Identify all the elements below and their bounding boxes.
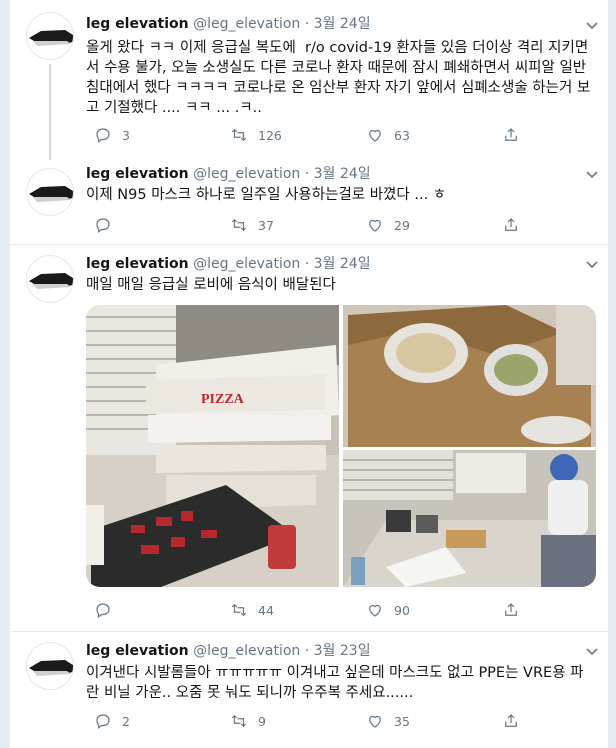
tweet[interactable]: leg elevation @leg_elevation · 3월 24일 올게… [10,0,608,160]
tweet-text: 이겨낸다 시발롬들아 ㅠㅠㅠㅠㅠ 이겨내고 싶은데 마스크도 없고 PPE는 V… [86,665,584,701]
user-handle[interactable]: @leg_elevation [193,16,300,32]
like-button[interactable]: 63 [366,126,410,144]
retweet-count: 126 [258,127,282,143]
separator-dot: · [304,256,310,272]
tweet-text: 올게 왔다 ㅋㅋ 이제 응급실 복도에 r/o covid-19 환자들 있음 … [86,40,591,116]
tweet-date[interactable]: 3월 24일 [314,16,371,32]
reply-count: 2 [122,713,130,729]
chevron-down-icon[interactable] [584,166,600,182]
tweet[interactable]: leg elevation @leg_elevation · 3월 23일 이겨… [10,632,608,748]
retweet-button[interactable]: 37 [230,216,274,234]
share-icon [505,603,517,616]
tweet-text: 매일 매일 응급실 로비에 음식이 배달된다 [86,277,336,293]
display-name[interactable]: leg elevation [86,16,189,32]
tweet-header: leg elevation @leg_elevation · 3월 24일 [86,14,371,34]
tweet-actions: 37 29 [86,216,526,236]
retweet-icon [231,218,247,232]
tweet-date[interactable]: 3월 24일 [314,166,371,182]
retweet-icon [231,603,247,617]
separator-dot: · [304,643,310,659]
avatar[interactable] [26,642,74,690]
like-icon [369,219,381,232]
like-count: 63 [394,127,410,143]
photo-grid: PIZZA [86,305,596,587]
tweet-date[interactable]: 3월 24일 [314,256,371,272]
display-name[interactable]: leg elevation [86,256,189,272]
retweet-count: 44 [258,602,274,618]
reply-icon [96,218,110,233]
reply-button[interactable]: 2 [94,712,130,730]
tweet-header: leg elevation @leg_elevation · 3월 24일 [86,254,371,274]
tweet-actions: 44 90 [86,601,526,621]
like-count: 90 [394,602,410,618]
reply-icon [96,603,110,618]
separator-dot: · [304,16,310,32]
thread-line [49,64,51,160]
tweet-date[interactable]: 3월 23일 [314,643,371,659]
retweet-button[interactable]: 44 [230,601,274,619]
like-count: 35 [394,713,410,729]
tweet-header: leg elevation @leg_elevation · 3월 24일 [86,164,371,184]
like-icon [369,715,381,728]
share-button[interactable] [502,216,530,234]
tweet[interactable]: leg elevation @leg_elevation · 3월 24일 매일… [10,245,608,631]
avatar[interactable] [26,168,74,216]
display-name[interactable]: leg elevation [86,643,189,659]
user-handle[interactable]: @leg_elevation [193,256,300,272]
tweet-actions: 3 126 63 [86,126,526,146]
chevron-down-icon[interactable] [584,643,600,659]
reply-button[interactable] [94,601,122,619]
chevron-down-icon[interactable] [584,256,600,272]
avatar[interactable] [26,12,74,60]
share-button[interactable] [502,601,530,619]
user-handle[interactable]: @leg_elevation [193,166,300,182]
photo-nurse-table[interactable] [343,450,596,587]
reply-icon [96,714,110,729]
retweet-icon [231,714,247,728]
reply-count: 3 [122,127,130,143]
share-icon [505,128,517,141]
like-button[interactable]: 35 [366,712,410,730]
share-button[interactable] [502,126,530,144]
retweet-count: 9 [258,713,266,729]
display-name[interactable]: leg elevation [86,166,189,182]
retweet-button[interactable]: 9 [230,712,266,730]
reply-button[interactable]: 3 [94,126,130,144]
tweet-text: 이제 N95 마스크 하나로 일주일 사용하는걸로 바꼈다 ... ㅎ [86,187,447,203]
share-icon [505,714,517,727]
pizza-box-label: PIZZA [201,392,245,407]
retweet-icon [231,128,247,142]
reply-button[interactable] [94,216,122,234]
share-button[interactable] [502,712,530,730]
retweet-button[interactable]: 126 [230,126,282,144]
tweet-actions: 2 9 35 [86,712,526,732]
separator-dot: · [304,166,310,182]
like-count: 29 [394,217,410,233]
like-button[interactable]: 90 [366,601,410,619]
timeline: leg elevation @leg_elevation · 3월 24일 올게… [10,0,608,748]
reply-icon [96,128,110,143]
avatar[interactable] [26,255,74,303]
tweet[interactable]: leg elevation @leg_elevation · 3월 24일 이제… [10,160,608,244]
photo-pizza-boxes[interactable]: PIZZA [86,305,339,587]
share-icon [505,218,517,231]
tweet-header: leg elevation @leg_elevation · 3월 23일 [86,641,371,661]
user-handle[interactable]: @leg_elevation [193,643,300,659]
retweet-count: 37 [258,217,274,233]
like-button[interactable]: 29 [366,216,410,234]
like-icon [369,604,381,617]
like-icon [369,129,381,142]
photo-food-bag[interactable] [343,305,596,447]
chevron-down-icon[interactable] [584,17,600,33]
